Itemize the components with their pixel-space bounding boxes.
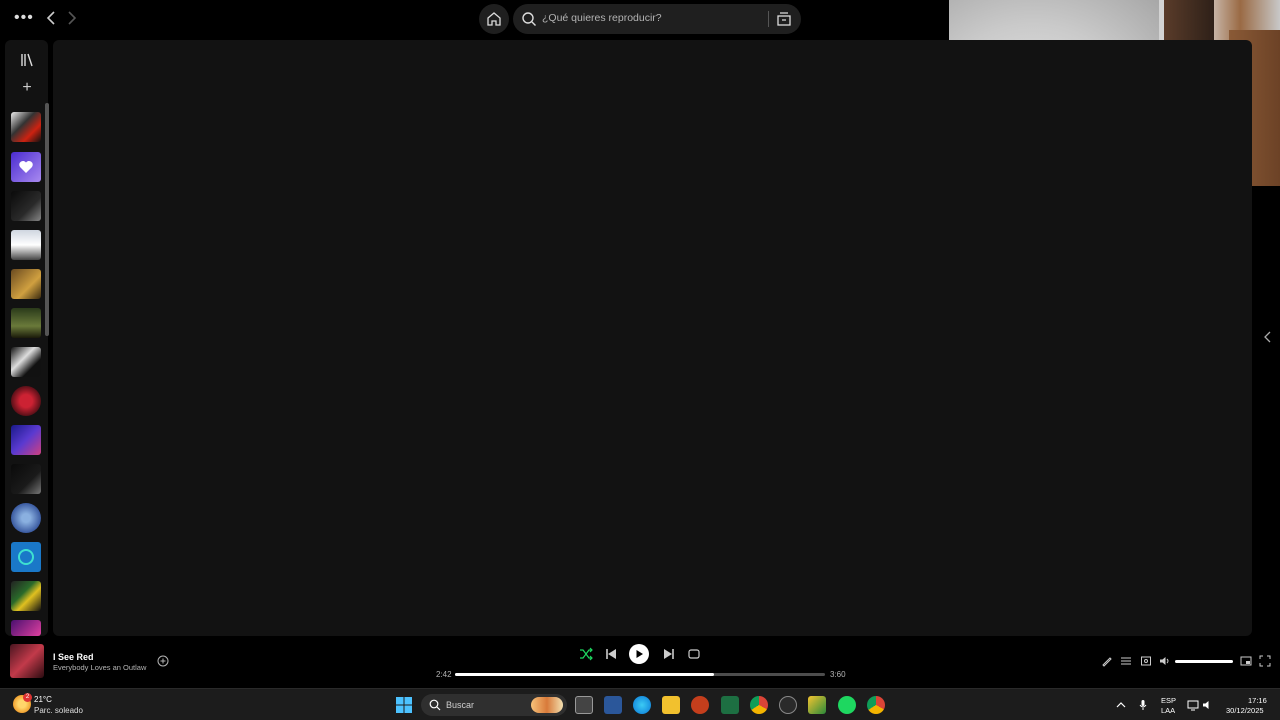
weather-description[interactable]: Parc. soleado bbox=[34, 706, 83, 715]
taskbar-search[interactable]: Buscar bbox=[421, 694, 567, 716]
liked-songs-thumb[interactable] bbox=[11, 152, 41, 182]
volume-slider[interactable] bbox=[1175, 660, 1233, 663]
taskbar-search-label: Buscar bbox=[446, 700, 475, 710]
next-track-icon[interactable] bbox=[661, 646, 677, 662]
expand-panel-chevron-icon[interactable] bbox=[1262, 330, 1274, 344]
progress-fill bbox=[455, 673, 714, 676]
network-icon[interactable] bbox=[1187, 699, 1199, 711]
speaker-icon[interactable] bbox=[1202, 699, 1214, 711]
playlist-thumb[interactable] bbox=[11, 230, 41, 260]
track-artist[interactable]: Everybody Loves an Outlaw bbox=[53, 663, 146, 672]
clock-date[interactable]: 30/12/2025 bbox=[1226, 706, 1264, 715]
fullscreen-icon[interactable] bbox=[1259, 655, 1271, 667]
main-content bbox=[53, 40, 1252, 636]
playlist-thumb[interactable] bbox=[11, 464, 41, 494]
playlist-thumb[interactable] bbox=[11, 308, 41, 338]
powerpoint-icon[interactable] bbox=[691, 696, 709, 714]
plus-icon[interactable]: + bbox=[19, 80, 35, 96]
queue-icon[interactable] bbox=[1120, 655, 1132, 667]
app-icon[interactable] bbox=[808, 696, 826, 714]
sidebar-scrollbar[interactable] bbox=[45, 103, 49, 336]
playlist-thumb[interactable] bbox=[11, 191, 41, 221]
library-icon[interactable] bbox=[19, 52, 35, 68]
artist-thumb[interactable] bbox=[11, 503, 41, 533]
player-bar: I See Red Everybody Loves an Outlaw 2:42… bbox=[0, 636, 1280, 688]
spotify-icon[interactable] bbox=[838, 696, 856, 714]
search-highlight-image bbox=[531, 697, 563, 713]
microphone-icon[interactable] bbox=[1137, 699, 1149, 711]
playlist-thumb[interactable] bbox=[11, 269, 41, 299]
playlist-thumb[interactable] bbox=[11, 620, 41, 636]
artist-thumb[interactable] bbox=[11, 386, 41, 416]
elapsed-time: 2:42 bbox=[436, 670, 452, 679]
home-button[interactable] bbox=[479, 4, 509, 34]
keyboard-layout[interactable]: LAA bbox=[1161, 706, 1175, 715]
playlist-thumb[interactable] bbox=[11, 542, 41, 572]
task-view-icon[interactable] bbox=[575, 696, 593, 714]
edge-icon[interactable] bbox=[633, 696, 651, 714]
connect-device-icon[interactable] bbox=[1140, 655, 1152, 667]
progress-bar[interactable] bbox=[455, 673, 825, 676]
search-icon bbox=[429, 699, 441, 711]
circle-logo-icon bbox=[18, 549, 34, 565]
file-explorer-icon[interactable] bbox=[662, 696, 680, 714]
menu-dots-icon[interactable]: ••• bbox=[14, 9, 34, 27]
add-to-library-icon[interactable] bbox=[157, 655, 169, 667]
shuffle-icon[interactable] bbox=[578, 646, 594, 662]
app-icon[interactable] bbox=[779, 696, 797, 714]
miniplayer-icon[interactable] bbox=[1240, 655, 1252, 667]
total-duration: 3:60 bbox=[830, 670, 846, 679]
heart-icon bbox=[19, 161, 33, 173]
search-bar[interactable]: ¿Qué quieres reproducir? bbox=[513, 4, 801, 34]
windows-start-icon[interactable] bbox=[396, 697, 412, 713]
play-button[interactable] bbox=[629, 644, 649, 664]
forward-arrow-icon[interactable] bbox=[64, 9, 80, 27]
browse-icon[interactable] bbox=[776, 11, 792, 27]
search-icon bbox=[522, 12, 536, 26]
weather-temperature[interactable]: 21°C bbox=[34, 695, 52, 704]
playlist-thumb[interactable] bbox=[11, 581, 41, 611]
previous-track-icon[interactable] bbox=[603, 646, 619, 662]
library-sidebar: + bbox=[5, 40, 49, 636]
play-icon bbox=[636, 650, 643, 658]
clock-time[interactable]: 17:16 bbox=[1248, 696, 1267, 705]
excel-icon[interactable] bbox=[721, 696, 739, 714]
now-playing-cover[interactable] bbox=[10, 644, 44, 678]
weather-badge: 2 bbox=[23, 693, 32, 702]
track-title[interactable]: I See Red bbox=[53, 652, 94, 662]
chrome-icon[interactable] bbox=[867, 696, 885, 714]
search-divider bbox=[768, 11, 769, 27]
playlist-thumb[interactable] bbox=[11, 347, 41, 377]
word-icon[interactable] bbox=[604, 696, 622, 714]
now-playing-view-icon[interactable] bbox=[1101, 655, 1113, 667]
chevron-up-icon[interactable] bbox=[1115, 699, 1127, 711]
back-arrow-icon[interactable] bbox=[44, 9, 60, 27]
playlist-thumb[interactable] bbox=[11, 112, 41, 142]
volume-icon[interactable] bbox=[1159, 655, 1171, 667]
language-code[interactable]: ESP bbox=[1161, 696, 1176, 705]
playlist-thumb[interactable] bbox=[11, 425, 41, 455]
chrome-icon[interactable] bbox=[750, 696, 768, 714]
search-input[interactable]: ¿Qué quieres reproducir? bbox=[542, 12, 662, 24]
repeat-icon[interactable] bbox=[686, 646, 702, 662]
home-icon bbox=[487, 12, 501, 26]
windows-taskbar: 2 21°C Parc. soleado Buscar ESP LAA 17:1… bbox=[0, 688, 1280, 720]
